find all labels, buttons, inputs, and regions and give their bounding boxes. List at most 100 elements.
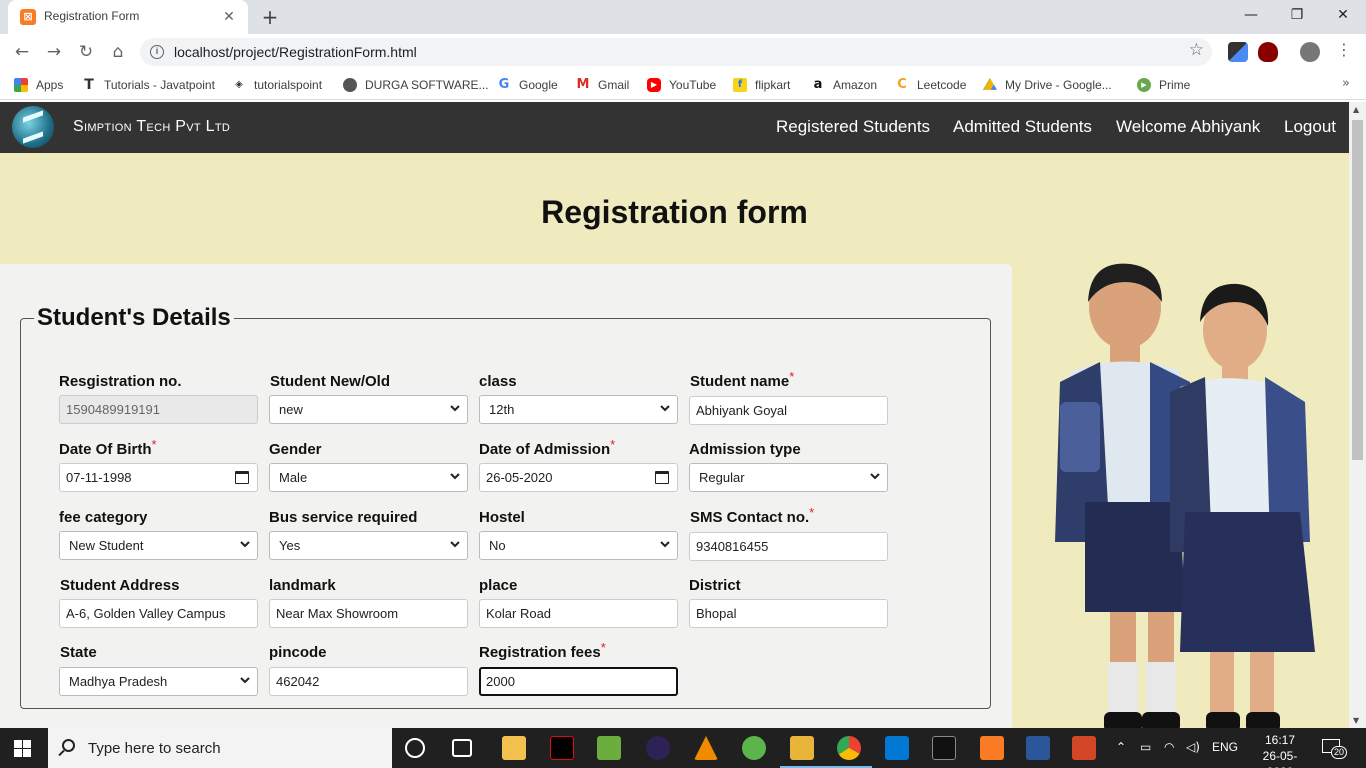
- taskbar-clock[interactable]: 16:17 26-05-2020: [1250, 732, 1310, 768]
- language-indicator[interactable]: ENG: [1212, 740, 1238, 754]
- bookmark-tutorialspoint[interactable]: ◈ tutorialspoint: [232, 76, 322, 94]
- powerpoint-icon[interactable]: [1072, 736, 1096, 760]
- extension-icon[interactable]: [1228, 42, 1248, 62]
- bookmark-youtube[interactable]: ▶ YouTube: [647, 76, 716, 94]
- close-tab-icon[interactable]: ✕: [220, 8, 238, 26]
- utorrent-icon[interactable]: [742, 736, 766, 760]
- label-text: Date Of Birth: [59, 441, 152, 458]
- battery-icon[interactable]: ▭: [1140, 740, 1151, 754]
- dob-date-field[interactable]: 07-11-1998: [59, 463, 258, 492]
- more-bookmarks-icon[interactable]: »: [1342, 76, 1350, 91]
- doa-date-field[interactable]: 26-05-2020: [479, 463, 678, 492]
- vscode-icon[interactable]: [885, 736, 909, 760]
- url-text[interactable]: localhost/project/RegistrationForm.html: [174, 44, 417, 60]
- page-scrollbar[interactable]: ▲ ▼: [1349, 102, 1366, 728]
- brand-name[interactable]: Simption Tech Pvt Ltd: [73, 118, 230, 136]
- close-window-button[interactable]: ✕: [1320, 4, 1366, 26]
- back-button[interactable]: ←: [10, 40, 34, 64]
- home-button[interactable]: ⌂: [106, 40, 130, 64]
- reg-no-label: Resgistration no.: [59, 373, 182, 390]
- bookmark-durga[interactable]: DURGA SOFTWARE...: [343, 76, 489, 94]
- bookmark-prime[interactable]: ▶ Prime: [1137, 76, 1190, 94]
- student-name-label: Student name*: [690, 369, 794, 390]
- netflix-icon[interactable]: [550, 736, 574, 760]
- class-select[interactable]: 12th: [479, 395, 678, 424]
- cortana-icon[interactable]: [405, 738, 425, 758]
- bookmark-leetcode[interactable]: C Leetcode: [895, 76, 966, 94]
- admission-type-select[interactable]: Regular: [689, 463, 888, 492]
- bookmark-gmail[interactable]: M Gmail: [576, 76, 630, 94]
- address-bar[interactable]: i localhost/project/RegistrationForm.htm…: [140, 38, 1212, 66]
- place-field[interactable]: Kolar Road: [479, 599, 678, 628]
- new-tab-button[interactable]: +: [258, 5, 282, 29]
- student-name-field[interactable]: Abhiyank Goyal: [689, 396, 888, 425]
- bookmark-google[interactable]: G Google: [497, 76, 558, 94]
- gmail-icon: M: [576, 77, 590, 92]
- chevron-down-icon: [660, 541, 670, 548]
- scroll-thumb[interactable]: [1352, 120, 1363, 460]
- eclipse-icon[interactable]: [646, 736, 670, 760]
- nav-admitted-students[interactable]: Admitted Students: [953, 117, 1092, 137]
- reg-fees-field[interactable]: 2000: [479, 667, 678, 696]
- taskbar-search-box[interactable]: Type here to search: [48, 728, 392, 768]
- notification-center-icon[interactable]: 20: [1322, 737, 1348, 759]
- address-field[interactable]: A-6, Golden Valley Campus: [59, 599, 258, 628]
- fee-category-select[interactable]: New Student: [59, 531, 258, 560]
- search-icon: [62, 739, 75, 752]
- search-placeholder[interactable]: Type here to search: [88, 740, 221, 757]
- sms-field[interactable]: 9340816455: [689, 532, 888, 561]
- bookmark-flipkart[interactable]: f flipkart: [733, 76, 790, 94]
- gender-select[interactable]: Male: [269, 463, 468, 492]
- required-asterisk: *: [151, 437, 157, 452]
- state-select[interactable]: Madhya Pradesh: [59, 667, 258, 696]
- ublock-icon[interactable]: [1258, 42, 1278, 62]
- bus-select[interactable]: Yes: [269, 531, 468, 560]
- chrome-icon[interactable]: [837, 736, 861, 760]
- profile-avatar[interactable]: [1300, 42, 1320, 62]
- task-view-icon[interactable]: [452, 739, 472, 757]
- word-icon[interactable]: [1026, 736, 1050, 760]
- pincode-field[interactable]: 462042: [269, 667, 468, 696]
- bookmark-star-icon[interactable]: ☆: [1189, 40, 1204, 60]
- bookmark-apps[interactable]: Apps: [14, 76, 63, 94]
- scroll-down-arrow-icon[interactable]: ▼: [1353, 716, 1359, 725]
- nav-welcome-user[interactable]: Welcome Abhiyank: [1116, 117, 1260, 137]
- calendar-icon[interactable]: [235, 471, 249, 484]
- district-field[interactable]: Bhopal: [689, 599, 888, 628]
- bookmark-amazon[interactable]: a Amazon: [811, 76, 877, 94]
- company-logo-icon[interactable]: [12, 106, 54, 148]
- nav-registered-students[interactable]: Registered Students: [776, 117, 930, 137]
- store-icon[interactable]: [502, 736, 526, 760]
- terminal-icon[interactable]: [932, 736, 956, 760]
- menu-icon[interactable]: ⋮: [1336, 40, 1352, 59]
- javatpoint-icon: T: [84, 77, 94, 93]
- xampp-icon[interactable]: [980, 736, 1004, 760]
- spreadsheet-app-icon[interactable]: [597, 736, 621, 760]
- select-value: new: [279, 402, 303, 417]
- volume-icon[interactable]: ◁): [1186, 740, 1200, 754]
- fee-category-label: fee category: [59, 509, 148, 526]
- browser-tab[interactable]: ⊠ Registration Form ✕: [8, 0, 248, 34]
- maximize-button[interactable]: ❐: [1274, 4, 1320, 26]
- file-explorer-icon[interactable]: [790, 736, 814, 760]
- info-icon[interactable]: i: [150, 45, 164, 59]
- bookmark-drive[interactable]: My Drive - Google...: [983, 76, 1112, 94]
- new-old-select[interactable]: new: [269, 395, 468, 424]
- landmark-field[interactable]: Near Max Showroom: [269, 599, 468, 628]
- address-label: Student Address: [60, 577, 180, 594]
- wifi-icon[interactable]: ◠: [1164, 740, 1174, 754]
- forward-button[interactable]: →: [42, 40, 66, 64]
- windows-start-icon[interactable]: [14, 740, 31, 757]
- hostel-select[interactable]: No: [479, 531, 678, 560]
- place-label: place: [479, 577, 518, 594]
- tray-chevron-icon[interactable]: ⌃: [1116, 740, 1126, 754]
- reload-button[interactable]: ↻: [74, 40, 98, 64]
- vlc-icon[interactable]: [694, 736, 718, 760]
- bookmark-javatpoint[interactable]: T Tutorials - Javatpoint: [82, 76, 215, 94]
- leetcode-icon: C: [897, 77, 907, 92]
- calendar-icon[interactable]: [655, 471, 669, 484]
- scroll-up-arrow-icon[interactable]: ▲: [1353, 105, 1359, 114]
- minimize-button[interactable]: —: [1228, 4, 1274, 26]
- nav-logout[interactable]: Logout: [1284, 117, 1336, 137]
- state-label: State: [60, 644, 97, 661]
